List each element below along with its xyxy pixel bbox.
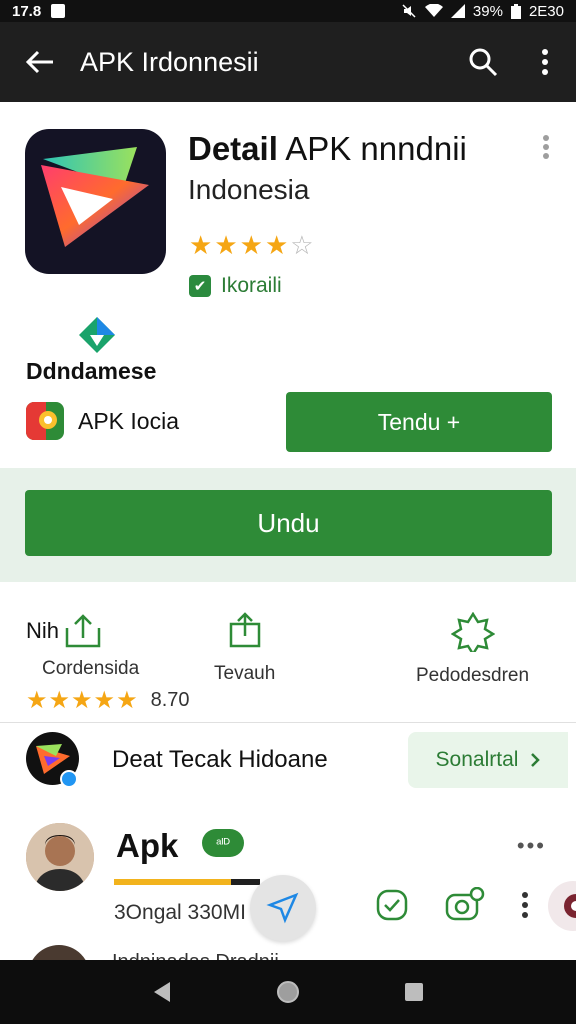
eye-icon [564, 894, 576, 918]
star-outline-icon: ☆ [290, 230, 314, 260]
battery-icon [510, 3, 521, 19]
developer-logo [78, 316, 116, 359]
overflow-menu-button[interactable] [514, 48, 576, 76]
star-icon: ★ [48, 687, 71, 714]
app-title: Detail APK nnndnii [188, 130, 467, 168]
app-title-bold: Detail [188, 130, 278, 167]
more-horiz-button[interactable]: ••• [517, 833, 546, 859]
chevron-right-icon [531, 753, 541, 767]
wifi-icon [424, 4, 443, 17]
camera-icon[interactable] [445, 887, 485, 923]
avatar [28, 945, 90, 960]
chip-label: Sonalrtal [435, 748, 519, 771]
signal-icon [450, 4, 465, 18]
app-subtitle: Indonesia [188, 174, 310, 205]
stat-badge-label: Pedodesdren [416, 665, 530, 686]
list-item-title: Deat Tecak Hidoane [112, 746, 328, 773]
status-bar: 17.8 39% 2E30 [0, 0, 576, 22]
star-icon: ★ [93, 687, 116, 714]
app-title-rest: APK nnndnii [277, 130, 467, 167]
list-item[interactable]: Apk ᵃᴵᴰ 3Ongal 330MI ••• [0, 815, 576, 945]
progress-bar [114, 879, 260, 885]
row-actions [375, 887, 529, 923]
star-icon: ★ [189, 230, 213, 260]
nav-recents-icon[interactable] [404, 982, 424, 1002]
app-bar-title: APK Irdonnesii [80, 46, 259, 77]
publisher-logo-icon [26, 402, 64, 440]
publisher-icon [26, 402, 64, 440]
rating-row: ★ ★ ★ ★ ★ 8.70 [26, 686, 190, 715]
install-button[interactable]: Undu [25, 490, 552, 556]
install-label: Undu [257, 507, 320, 538]
more-vert-icon [543, 135, 549, 159]
star-icon: ★ [116, 687, 138, 714]
list-item[interactable]: Indninadas Dradnii [0, 945, 576, 960]
share-icon [65, 614, 101, 648]
status-right: 39% 2E30 [401, 3, 564, 20]
stat-share[interactable]: Nih Cordensida [26, 612, 139, 680]
stat-upload[interactable]: Tevauh [214, 612, 275, 685]
status-badge: ᵃᴵᴰ [202, 829, 244, 857]
list-item[interactable]: Deat Tecak Hidoane Sonalrtal [0, 728, 576, 798]
stat-share-label: Cordensida [42, 658, 140, 679]
list-item-title: Indninadas Dradnii [112, 951, 279, 960]
stat-share-head: Nih [26, 618, 60, 643]
card-menu-button[interactable] [542, 134, 550, 165]
app-header-card: Detail APK nnndnii Indonesia ★ ★ ★ ★ ☆ ✔… [0, 102, 576, 468]
star-icon: ★ [264, 230, 289, 260]
publisher-row[interactable]: APK Iocia [26, 402, 179, 440]
mute-icon [402, 4, 416, 18]
status-time: 17.8 [12, 2, 42, 20]
app-icon[interactable] [25, 129, 166, 274]
search-icon [469, 48, 498, 77]
peek-avatar[interactable] [548, 881, 576, 931]
diamond-logo-icon [79, 317, 115, 353]
star-icon: ★ [214, 230, 238, 260]
app-rating: ★ ★ ★ ★ ☆ [189, 230, 314, 261]
search-button[interactable] [452, 47, 514, 77]
check-icon: ✔ [189, 275, 211, 297]
developer-name: Ddndamese [26, 358, 157, 384]
secondary-action-label: Tendu + [377, 408, 461, 435]
star-icon: ★ [239, 230, 263, 260]
star-icon: ★ [71, 687, 93, 714]
verified-badge: ✔ Ikoraili [189, 274, 282, 298]
rating-value: 8.70 [150, 689, 190, 711]
progress-fill [114, 879, 231, 885]
publisher-name: APK Iocia [78, 407, 179, 434]
more-vert-icon [542, 49, 548, 75]
more-vert-icon[interactable] [521, 891, 529, 919]
list-item-title: Apk [116, 827, 179, 864]
stats-section: Nih Cordensida Tevauh Pedodesdren ★ ★ ★ … [0, 582, 576, 722]
pin-star-icon [266, 892, 299, 924]
divider [0, 722, 576, 723]
verified-dot-icon [60, 770, 78, 788]
badge-star-icon [450, 611, 495, 657]
star-icon: ★ [26, 687, 48, 714]
upload-box-icon [229, 612, 260, 648]
back-button[interactable] [0, 49, 80, 75]
arrow-back-icon [25, 50, 53, 74]
status-clock: 2E30 [528, 2, 564, 20]
app-bar: APK Irdonnesii [0, 22, 576, 102]
play-logo-icon [41, 147, 149, 247]
install-section: Undu [0, 468, 576, 582]
battery-percent: 39% [472, 2, 503, 20]
nav-back-icon[interactable] [152, 981, 172, 1003]
person-photo-icon [26, 823, 94, 891]
check-circle-icon[interactable] [375, 888, 409, 922]
list-item-subtitle: 3Ongal 330MI [114, 901, 246, 924]
stat-badge[interactable]: Pedodesdren [416, 611, 530, 687]
nav-home-icon[interactable] [276, 980, 300, 1004]
system-nav-bar [0, 960, 576, 1024]
notification-icon [51, 4, 66, 18]
secondary-action-button[interactable]: Tendu + [286, 392, 552, 452]
chip-button[interactable]: Sonalrtal [408, 732, 568, 788]
fab-button[interactable] [250, 875, 316, 941]
avatar [26, 823, 94, 891]
stat-upload-label: Tevauh [214, 663, 276, 684]
verified-label: Ikoraili [221, 274, 282, 297]
